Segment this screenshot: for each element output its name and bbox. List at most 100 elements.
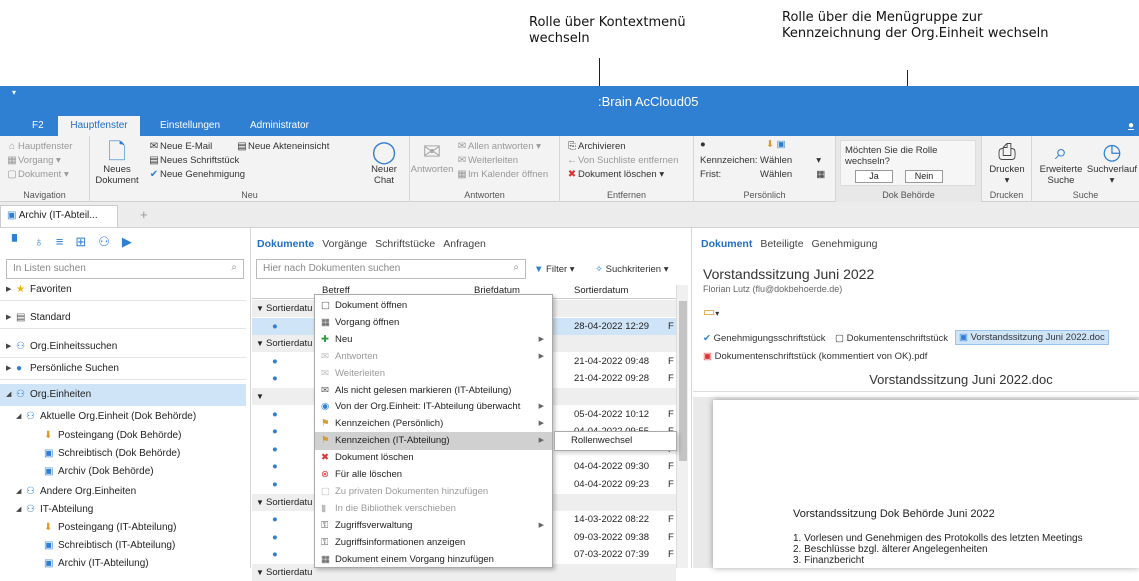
tab-genehmigung[interactable]: Genehmigung — [812, 238, 878, 250]
tab-beteiligte[interactable]: Beteiligte — [760, 238, 803, 250]
tree-item[interactable]: ▣ Archiv (IT-Abteilung) — [0, 553, 246, 575]
search-criteria-button[interactable]: ✧ Suchkriterien ▾ — [595, 263, 668, 276]
col-sortierdatum[interactable]: Sortierdatum — [574, 285, 628, 296]
tree-item-label: Org.Einheiten — [30, 389, 92, 400]
tab-schriftstuecke[interactable]: Schriftstücke — [375, 238, 435, 250]
search-icon: ⌕ — [231, 262, 237, 273]
no-button[interactable]: Nein — [905, 170, 943, 183]
file-inspection-icon: ▤ — [237, 141, 247, 152]
context-menu-item[interactable]: ⚑ Kennzeichen (Persönlich) ▶ — [315, 415, 552, 433]
scrollbar[interactable] — [676, 285, 688, 568]
archive-button[interactable]: ⎘ Archivieren — [566, 140, 626, 153]
folder-dropdown[interactable]: ▭▾ — [703, 304, 719, 320]
context-menu-item[interactable]: ✉ Als nicht gelesen markieren (IT-Abteilu… — [315, 382, 552, 400]
expand-icon[interactable]: ▶ — [6, 279, 11, 301]
scrollbar-thumb[interactable] — [679, 301, 687, 461]
add-tab-icon[interactable]: + — [140, 207, 148, 222]
expand-icon[interactable]: ▶ — [6, 307, 11, 329]
status-icon: ● — [272, 549, 278, 561]
print-button[interactable]: ⎙ Drucken ▾ — [984, 140, 1030, 187]
tab-dokument[interactable]: Dokument — [701, 238, 752, 250]
calendar-open-button[interactable]: ▦Im Kalender öffnen — [456, 168, 548, 181]
context-menu-item[interactable]: ⚑ Kennzeichen (IT-Abteilung) ▶ — [315, 432, 552, 450]
word-icon: ▣ — [959, 332, 968, 343]
attachment-approval[interactable]: ✔ Genehmigungsschriftstück — [703, 332, 826, 345]
tab-administrator[interactable]: Administrator — [242, 116, 317, 136]
org-icon: ⚇ — [16, 341, 25, 352]
context-menu-item[interactable]: ✉ Antworten ▶ — [315, 348, 552, 366]
forward-button[interactable]: ✉ Weiterleiten — [456, 154, 518, 167]
expand-icon[interactable]: ▶ — [6, 336, 11, 358]
context-menu-item[interactable]: ▢ Zu privaten Dokumenten hinzufügen — [315, 483, 552, 501]
tree-item[interactable]: ▶ ● Persönliche Suchen — [0, 358, 246, 380]
expand-icon[interactable]: ◢ — [6, 384, 11, 406]
search-history-button[interactable]: ◷ Suchverlauf ▾ — [1086, 140, 1138, 187]
context-menu-item[interactable]: ▮ In die Bibliothek verschieben — [315, 500, 552, 518]
sort-date: 07-03-2022 07:39 — [574, 549, 650, 561]
menu-arrow-icon[interactable]: ▾ — [12, 88, 16, 97]
tree-item[interactable]: ▶ ⚇ Org.Einheitssuchen — [0, 336, 246, 358]
attachment-pdf[interactable]: ▣ Dokumentenschriftstück (kommentiert vo… — [703, 350, 927, 363]
attachment-document[interactable]: ▢ Dokumentenschriftstück — [835, 332, 948, 345]
context-menu-item[interactable]: ⊗ Für alle löschen — [315, 466, 552, 484]
nav-hauptfenster[interactable]: ⌂ Hauptfenster — [6, 140, 72, 153]
menu-item-label: Vorgang öffnen — [335, 316, 400, 328]
filter-button[interactable]: ▼ Filter ▾ — [534, 263, 575, 276]
context-menu-item[interactable]: ✚ Neu ▶ — [315, 331, 552, 349]
tree-item[interactable]: ▣ Archiv (Dok Behörde) — [0, 461, 246, 483]
list-icon: ▤ — [16, 312, 26, 323]
nav-vorgang[interactable]: ▦Vorgang ▾ — [6, 154, 61, 167]
flag-icon: ⚑ — [321, 435, 330, 447]
new-letter-button[interactable]: ▤Neues Schriftstück — [148, 154, 239, 167]
menu-item-label: Kennzeichen (IT-Abteilung) — [335, 435, 450, 447]
document-preview-page: Vorstandssitzung Dok Behörde Juni 2022 1… — [713, 400, 1139, 568]
context-menu-item[interactable]: ⚿ Zugriffsinformationen anzeigen — [315, 534, 552, 552]
reply-all-button[interactable]: ✉ Allen antworten ▾ — [456, 140, 541, 153]
tree-item-label: Archiv (Dok Behörde) — [58, 466, 154, 477]
tree-item[interactable]: ▶ ★ Favoriten — [0, 279, 246, 301]
tab-dokumente[interactable]: Dokumente — [257, 238, 314, 250]
context-menu-item[interactable]: ◉ Von der Org.Einheit: IT-Abteilung überw… — [315, 398, 552, 416]
context-menu-item[interactable]: ▢ Dokument öffnen — [315, 297, 552, 315]
new-email-button[interactable]: ✉ Neue E-Mail — [148, 140, 212, 153]
nav-dokument[interactable]: ▢Dokument ▾ — [6, 168, 68, 181]
tab-f2[interactable]: F2 — [24, 116, 52, 136]
tab-hauptfenster[interactable]: Hauptfenster — [58, 116, 140, 136]
tree-item[interactable]: ▶ ▤ Standard — [0, 307, 246, 329]
new-approval-button[interactable]: ✔ Neue Genehmigung — [148, 168, 245, 181]
document-search-input[interactable]: Hier nach Dokumenten suchen ⌕ — [256, 259, 526, 279]
remove-from-search-button[interactable]: ←Von Suchliste entfernen — [566, 154, 678, 167]
group-antworten: ✉ Antworten ✉ Allen antworten ▾ ✉ Weiterlei… — [410, 136, 560, 202]
delete-document-button[interactable]: ✖ Dokument löschen ▾ — [566, 168, 664, 181]
attachment-doc-selected[interactable]: ▣ Vorstandssitzung Juni 2022.doc — [955, 330, 1109, 345]
expand-icon[interactable]: ▶ — [6, 358, 11, 380]
submenu-arrow-icon: ▶ — [538, 403, 544, 411]
context-menu-item[interactable]: ▦ Dokument einem Vorgang hinzufügen — [315, 551, 552, 569]
flag-select[interactable]: Wählen ▾ — [760, 154, 821, 167]
tree-item[interactable]: ◢ ⚇ Org.Einheiten — [0, 384, 246, 406]
new-chat-button[interactable]: ◯ Neuer Chat — [362, 139, 406, 187]
tab-anfragen[interactable]: Anfragen — [443, 238, 486, 250]
tab-archiv[interactable]: ▣ Archiv (IT-Abteil... — [0, 205, 118, 227]
context-menu-item[interactable]: ▦ Vorgang öffnen — [315, 314, 552, 332]
context-menu-item[interactable]: ✉ Weiterleiten — [315, 365, 552, 383]
menu-item-label: Antworten — [335, 350, 378, 362]
tab-vorgaenge[interactable]: Vorgänge — [322, 238, 367, 250]
user-menu[interactable]: ● Fl — [1120, 116, 1139, 151]
new-file-inspection-button[interactable]: ▤Neue Akteneinsicht — [236, 140, 329, 153]
deadline-select[interactable]: Wählen ▦ — [760, 168, 825, 181]
yes-button[interactable]: Ja — [855, 170, 893, 183]
context-menu-item[interactable]: ⚿ Zugriffsverwaltung ▶ — [315, 517, 552, 535]
list-search-input[interactable]: In Listen suchen ⌕ — [6, 259, 244, 279]
chat-icon: ◯ — [371, 139, 397, 164]
preview-heading: Vorstandssitzung Dok Behörde Juni 2022 — [793, 508, 995, 520]
person-icon: ● — [700, 139, 706, 150]
submenu-rollenwechsel[interactable]: Rollenwechsel — [554, 431, 677, 451]
tab-einstellungen[interactable]: Einstellungen — [152, 116, 228, 136]
context-menu-item[interactable]: ✖ Dokument löschen — [315, 449, 552, 467]
group-entfernen: ⎘ Archivieren ←Von Suchliste entfernen ✖ D… — [560, 136, 694, 202]
reply-button[interactable]: ✉ Antworten — [410, 140, 454, 176]
new-document-button[interactable]: 🗋 Neues Dokument — [94, 140, 140, 187]
advanced-search-button[interactable]: ⌕ Erweiterte Suche — [1036, 140, 1086, 187]
document-tabs: ▣ Archiv (IT-Abteil... + — [0, 202, 1139, 228]
